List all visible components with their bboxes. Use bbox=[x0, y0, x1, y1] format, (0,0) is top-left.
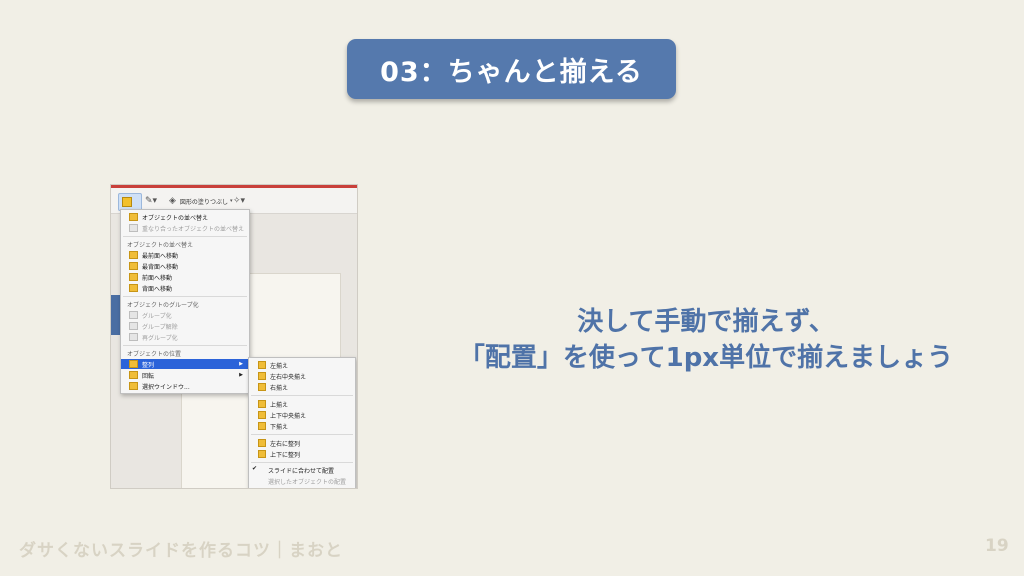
slide-title: 03：ちゃんと揃える bbox=[380, 56, 643, 88]
selection-window-icon bbox=[129, 382, 138, 390]
menu-divider bbox=[123, 236, 247, 237]
message-line-1: 決して手動で揃えず、 bbox=[577, 307, 835, 337]
distribute-horizontal-icon bbox=[258, 439, 266, 447]
message-line-2: 「配置」を使って1px単位で揃えましょう bbox=[458, 343, 954, 373]
slide-title-box: 03：ちゃんと揃える bbox=[347, 39, 676, 99]
menu-item-ungroup[interactable]: グループ解除 bbox=[121, 321, 249, 331]
menu-screenshot: ✎▾ ◈ 図形の塗りつぶし ▾ ✧▾ オブジェクトの並べ替え 重なり合ったオブジ… bbox=[110, 184, 358, 489]
slide-message: 決して手動で揃えず、 「配置」を使って1px単位で揃えましょう bbox=[396, 304, 1016, 376]
menu-item-bring-to-front[interactable]: 最前面へ移動 bbox=[121, 250, 249, 260]
submenu-divider bbox=[251, 395, 353, 396]
footer-deck-title: ダサくないスライドを作るコツ｜まおと bbox=[19, 541, 343, 561]
submenu-divider bbox=[251, 434, 353, 435]
menu-item-group[interactable]: グループ化 bbox=[121, 310, 249, 320]
align-center-icon bbox=[258, 372, 266, 380]
send-backward-icon bbox=[129, 284, 138, 292]
distribute-vertical-icon bbox=[258, 450, 266, 458]
menu-divider bbox=[123, 345, 247, 346]
submenu-arrow-icon: ▶ bbox=[239, 361, 243, 367]
submenu-align-right[interactable]: 右揃え bbox=[249, 382, 355, 392]
submenu-align-middle[interactable]: 上下中央揃え bbox=[249, 410, 355, 420]
menu-item-reorder[interactable]: オブジェクトの並べ替え bbox=[121, 212, 249, 222]
group-icon bbox=[129, 311, 138, 319]
ungroup-icon bbox=[129, 322, 138, 330]
rotate-icon bbox=[129, 371, 138, 379]
menu-section-group: オブジェクトのグループ化 bbox=[127, 302, 199, 309]
brush-icon[interactable]: ✎▾ bbox=[145, 193, 157, 209]
submenu-align-center[interactable]: 左右中央揃え bbox=[249, 371, 355, 381]
align-right-icon bbox=[258, 383, 266, 391]
effects-icon[interactable]: ✧▾ bbox=[233, 193, 245, 209]
menu-item-regroup[interactable]: 再グループ化 bbox=[121, 332, 249, 342]
menu-item-align[interactable]: 整列 ▶ bbox=[121, 359, 249, 369]
send-to-back-icon bbox=[129, 262, 138, 270]
menu-item-selection-window[interactable]: 選択ウインドウ... bbox=[121, 381, 249, 391]
shape-fill-label: 図形の塗りつぶし bbox=[179, 198, 228, 206]
arrange-icon bbox=[122, 197, 132, 207]
regroup-icon bbox=[129, 333, 138, 341]
reorder-icon bbox=[129, 213, 138, 221]
bring-forward-icon bbox=[129, 273, 138, 281]
menu-section-position: オブジェクトの位置 bbox=[127, 351, 182, 358]
submenu-align-selected[interactable]: 選択したオブジェクトの配置 bbox=[249, 476, 355, 486]
align-bottom-icon bbox=[258, 422, 266, 430]
submenu-align-to-slide[interactable]: スライドに合わせて配置 bbox=[249, 465, 355, 475]
submenu-distribute-vertical[interactable]: 上下に整列 bbox=[249, 449, 355, 459]
align-icon bbox=[129, 360, 138, 368]
bring-to-front-icon bbox=[129, 251, 138, 259]
page-number: 19 bbox=[985, 536, 1009, 556]
align-submenu: 左揃え 左右中央揃え 右揃え 上揃え 上下中央揃え 下揃え 左右に整列 上下に整… bbox=[248, 357, 356, 488]
align-left-icon bbox=[258, 361, 266, 369]
reorder-overlap-icon bbox=[129, 224, 138, 232]
menu-item-bring-forward[interactable]: 前面へ移動 bbox=[121, 272, 249, 282]
submenu-align-left[interactable]: 左揃え bbox=[249, 360, 355, 370]
submenu-arrow-icon: ▶ bbox=[239, 372, 243, 378]
submenu-align-top[interactable]: 上揃え bbox=[249, 399, 355, 409]
submenu-distribute-horizontal[interactable]: 左右に整列 bbox=[249, 438, 355, 448]
menu-section-reorder: オブジェクトの並べ替え bbox=[127, 242, 194, 249]
menu-divider bbox=[123, 296, 247, 297]
shape-fill-button[interactable]: ◈ 図形の塗りつぶし ▾ bbox=[169, 193, 233, 209]
paint-bucket-icon: ◈ bbox=[169, 196, 176, 206]
menu-item-send-to-back[interactable]: 最背面へ移動 bbox=[121, 261, 249, 271]
align-middle-icon bbox=[258, 411, 266, 419]
submenu-align-bottom[interactable]: 下揃え bbox=[249, 421, 355, 431]
menu-item-rotate[interactable]: 回転 ▶ bbox=[121, 370, 249, 380]
arrange-menu: オブジェクトの並べ替え 重なり合ったオブジェクトの並べ替え オブジェクトの並べ替… bbox=[120, 209, 250, 394]
align-top-icon bbox=[258, 400, 266, 408]
submenu-divider bbox=[251, 462, 353, 463]
menu-item-send-backward[interactable]: 背面へ移動 bbox=[121, 283, 249, 293]
menu-item-reorder-overlap[interactable]: 重なり合ったオブジェクトの並べ替え bbox=[121, 223, 249, 233]
